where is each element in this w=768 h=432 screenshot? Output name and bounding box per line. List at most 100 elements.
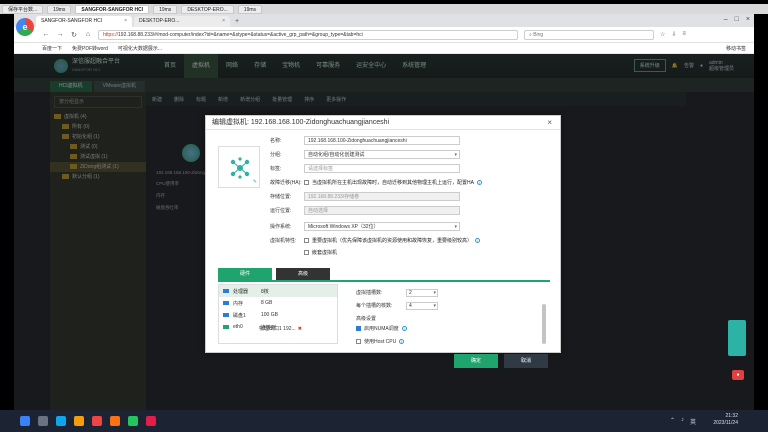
browser-tab[interactable]: SANGFOR-SANGFOR HCI × <box>36 16 132 27</box>
url-input[interactable]: https://192.168.88.233/#/mod-computer/in… <box>98 29 518 40</box>
chrome-icon[interactable] <box>92 416 102 426</box>
outer-tab[interactable]: DESKTOP-ERO... <box>181 4 234 14</box>
dialog-title: 编辑虚拟机: 192.168.168.100-Zidonghuachuangji… <box>206 116 560 130</box>
info-icon[interactable]: i <box>401 326 407 331</box>
group-row: 分组: 自动化组/自动化创建测试 <box>270 148 460 160</box>
name-input[interactable]: 192.168.168.100-Zidonghuachuangjianceshi <box>304 135 460 145</box>
os-select[interactable]: Microsoft Windows XP（32位） <box>304 221 460 231</box>
ha-text: 当虚拟机所在主机出现故障时，自动迁移到其他物理主机上运行，配置HA <box>312 179 474 186</box>
network-icon[interactable]: ⌃ <box>670 417 675 426</box>
browser-tab-label: DESKTOP-ERO... <box>139 18 180 24</box>
important-vm-checkbox[interactable] <box>304 237 309 243</box>
clock-time: 21:32 <box>725 413 738 419</box>
download-icon[interactable]: ⇩ <box>671 31 676 38</box>
storage-select[interactable]: 192.168.88.233/存储卷 <box>304 191 460 201</box>
host-cpu-row: 使用Host CPU i <box>356 335 536 348</box>
os-label: 操作系统: <box>270 223 292 230</box>
record-icon[interactable]: ● <box>732 370 744 380</box>
home-icon[interactable]: ⌂ <box>84 31 92 38</box>
run-select[interactable]: 自动选择 <box>304 205 460 215</box>
sockets-select[interactable]: 2 <box>406 288 438 297</box>
sockets-row: 虚拟插槽数: 2 <box>356 286 536 299</box>
close-icon[interactable]: × <box>547 118 552 127</box>
cores-row: 每个插槽的核数: 4 <box>356 299 536 312</box>
browser-tab[interactable]: DESKTOP-ERO... × <box>134 16 230 27</box>
app-icon[interactable] <box>128 416 138 426</box>
cores-select[interactable]: 4 <box>406 301 438 310</box>
mobile-bookmarks[interactable]: 移动书签 <box>726 45 746 52</box>
ok-button[interactable]: 确定 <box>454 354 498 368</box>
group-select[interactable]: 自动化组/自动化创建测试 <box>304 149 460 159</box>
delete-icon[interactable]: ✖ <box>298 326 302 332</box>
cores-label: 每个插槽的核数: <box>356 303 393 309</box>
host-cpu-label: 使用Host CPU <box>364 339 397 345</box>
close-window-icon[interactable]: × <box>746 16 750 23</box>
outer-tab[interactable]: SANGFOR-SANGFOR HCI <box>75 4 150 14</box>
browser-window: e SANGFOR-SANGFOR HCI × DESKTOP-ERO... × +… <box>14 14 754 410</box>
forward-icon[interactable]: → <box>56 31 64 38</box>
info-icon[interactable]: i <box>399 339 405 344</box>
tab-advanced[interactable]: 高级 <box>276 268 330 280</box>
back-icon[interactable]: ← <box>42 31 50 38</box>
vm-attr-row: 虚拟机特性: 重要虚拟机（优先保障该虚拟机的资源使用和故障恢复，重要级别较高） … <box>270 234 550 246</box>
nested-vm-checkbox[interactable] <box>304 249 309 255</box>
app-icon[interactable] <box>146 416 156 426</box>
info-icon[interactable]: i <box>476 179 482 185</box>
bookmark-item[interactable]: 免费PDF转word <box>72 45 108 52</box>
outer-remote-tabs: 保存平台数... 19ms SANGFOR-SANGFOR HCI 19ms D… <box>0 4 768 14</box>
hw-item-memory[interactable]: 内存 8 GB <box>219 297 337 309</box>
maximize-icon[interactable]: □ <box>735 16 739 23</box>
firefox-icon[interactable] <box>110 416 120 426</box>
outer-tab[interactable]: 19ms <box>153 4 178 14</box>
host-cpu-checkbox[interactable] <box>356 339 361 344</box>
minimize-icon[interactable]: – <box>724 16 728 23</box>
close-icon[interactable]: × <box>124 16 127 27</box>
dialog-scrollbar[interactable] <box>542 304 546 344</box>
window-controls: – □ × <box>724 16 750 23</box>
memory-icon <box>223 301 229 305</box>
ha-checkbox[interactable] <box>304 179 309 185</box>
tag-input[interactable]: 请选择标签 <box>304 163 460 173</box>
edge-icon[interactable] <box>56 416 66 426</box>
edit-icon[interactable]: ✎ <box>253 179 257 185</box>
tag-row: 标签: 请选择标签 <box>270 162 460 174</box>
hardware-tabs: 硬件 高级 <box>218 268 550 282</box>
vm-attr-label: 虚拟机特性: <box>270 237 297 244</box>
hw-name: eth0 <box>233 324 243 330</box>
menu-icon[interactable]: ≡ <box>682 31 686 38</box>
search-input[interactable]: ⌕ Bing <box>524 29 654 40</box>
new-tab-button[interactable]: + <box>232 16 242 27</box>
browser-tab-label: SANGFOR-SANGFOR HCI <box>41 18 103 24</box>
outer-tab[interactable]: 19ms <box>47 4 72 14</box>
clock[interactable]: 21:32 2023/11/24 <box>713 413 738 427</box>
outer-tab[interactable]: 19ms <box>237 4 263 14</box>
volume-icon[interactable]: ♪ <box>681 417 684 426</box>
hw-name: 磁盘1 <box>233 312 246 319</box>
taskbar: ⌃ ♪ 英 21:32 2023/11/24 <box>0 410 768 432</box>
help-widget[interactable] <box>728 320 746 356</box>
tab-hardware[interactable]: 硬件 <box>218 268 272 280</box>
close-icon[interactable]: × <box>222 16 225 27</box>
important-vm-text: 重要虚拟机（优先保障该虚拟机的资源使用和故障恢复，重要级别较高） <box>312 237 473 244</box>
start-icon[interactable] <box>20 416 30 426</box>
refresh-icon[interactable]: ↻ <box>70 31 78 39</box>
numa-row: 启用NUMA调度 i <box>356 322 536 335</box>
storage-label: 存储位置: <box>270 193 292 200</box>
ime-indicator[interactable]: 英 <box>690 417 696 426</box>
outer-tab[interactable]: 保存平台数... <box>2 4 44 14</box>
explorer-icon[interactable] <box>74 416 84 426</box>
browser-logo-icon: e <box>16 18 34 36</box>
hardware-list: 处理器 8核 内存 8 GB 磁盘1 100 GB eth0 连接到: 物理出口1 19… <box>218 284 338 344</box>
hw-item-disk[interactable]: 磁盘1 100 GB <box>219 309 337 321</box>
numa-checkbox[interactable] <box>356 326 361 331</box>
bookmark-item[interactable]: 可视化大数据展示... <box>118 45 162 52</box>
cancel-button[interactable]: 取消 <box>504 354 548 368</box>
hw-name: 内存 <box>233 300 244 307</box>
info-icon[interactable]: i <box>475 237 481 243</box>
star-icon[interactable]: ☆ <box>660 31 665 38</box>
hw-item-cpu[interactable]: 处理器 8核 <box>219 285 337 297</box>
screen: 保存平台数... 19ms SANGFOR-SANGFOR HCI 19ms D… <box>0 0 768 432</box>
bookmark-item[interactable]: 百度一下 <box>42 45 62 52</box>
search-icon[interactable] <box>38 416 48 426</box>
bookmarks-bar: 百度一下 免费PDF转word 可视化大数据展示... 移动书签 <box>14 43 754 54</box>
